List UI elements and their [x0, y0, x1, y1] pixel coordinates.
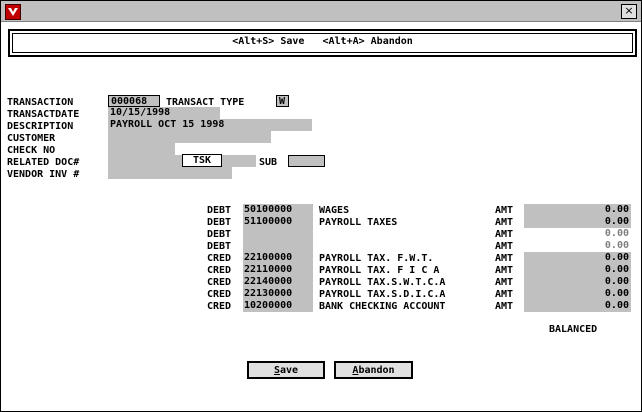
ledger-row-amount[interactable]: 0.00 [524, 264, 631, 276]
ledger-row-description: PAYROLL TAX.S.W.T.C.A [319, 277, 446, 288]
ledger-row-type: CRED [207, 265, 232, 276]
ledger-row-type: CRED [207, 301, 232, 312]
ledger-row-type: CRED [207, 277, 232, 288]
check-no-label: CHECK NO [7, 145, 56, 156]
ledger-row-amt-label: AMT [495, 289, 514, 300]
ledger-row-amt-label: AMT [495, 253, 514, 264]
ledger-row-account[interactable]: 22130000 [243, 288, 313, 300]
ledger-row-description: BANK CHECKING ACCOUNT [319, 301, 446, 312]
title-bar: × [1, 1, 641, 22]
ledger-row-type: DEBT [207, 229, 232, 240]
tsk-label: TSK [182, 154, 222, 167]
save-button[interactable]: Save [247, 361, 325, 379]
ledger-row-amount[interactable]: 0.00 [524, 300, 631, 312]
related-doc-label: RELATED DOC# [7, 157, 80, 168]
ledger-row-amt-label: AMT [495, 241, 514, 252]
vendor-inv-label: VENDOR INV # [7, 169, 80, 180]
ledger-row-account[interactable] [243, 240, 313, 252]
transactdate-field[interactable]: 10/15/1998 [108, 107, 220, 119]
ledger-row-account[interactable]: 51100000 [243, 216, 313, 228]
ledger-row-description: PAYROLL TAX. F.W.T. [319, 253, 434, 264]
ledger-row-amt-label: AMT [495, 265, 514, 276]
ledger-row-amount[interactable]: 0.00 [524, 276, 631, 288]
balance-status: BALANCED [549, 324, 598, 335]
ledger-row-description: WAGES [319, 205, 350, 216]
abandon-button[interactable]: Abandon [334, 361, 413, 379]
ledger-row-type: CRED [207, 289, 232, 300]
ledger-row-type: DEBT [207, 241, 232, 252]
ledger-row-amt-label: AMT [495, 277, 514, 288]
check-no-field[interactable] [108, 143, 175, 155]
description-label: DESCRIPTION [7, 121, 74, 132]
app-window: × <Alt+S> Save <Alt+A> Abandon TRANSACTI… [0, 0, 642, 412]
ledger-row-amount[interactable]: 0.00 [524, 228, 631, 240]
ledger-row-account[interactable]: 50100000 [243, 204, 313, 216]
shortcut-bar: <Alt+S> Save <Alt+A> Abandon [8, 29, 637, 57]
close-icon[interactable]: × [621, 4, 637, 19]
save-button-label: ave [279, 365, 299, 376]
ledger-row-account[interactable] [243, 228, 313, 240]
abandon-button-label: bandon [358, 365, 395, 376]
ledger-row-amount[interactable]: 0.00 [524, 240, 631, 252]
ledger-row-amount[interactable]: 0.00 [524, 288, 631, 300]
tsk-field[interactable] [222, 155, 256, 167]
ledger-row-description: PAYROLL TAXES [319, 217, 398, 228]
ledger-row-amt-label: AMT [495, 205, 514, 216]
transaction-label: TRANSACTION [7, 97, 74, 108]
sub-field[interactable] [288, 155, 325, 167]
ledger-row-amount[interactable]: 0.00 [524, 216, 631, 228]
ledger-row-type: DEBT [207, 205, 232, 216]
ledger-row-account[interactable]: 22110000 [243, 264, 313, 276]
transactdate-label: TRANSACTDATE [7, 109, 80, 120]
sub-label: SUB [259, 157, 278, 168]
transact-type-field[interactable]: W [276, 95, 289, 107]
shortcut-hint: <Alt+S> Save <Alt+A> Abandon [232, 36, 413, 47]
transaction-field[interactable]: 000068 [108, 95, 160, 107]
ledger-row-amt-label: AMT [495, 229, 514, 240]
ledger-row-description: PAYROLL TAX.S.D.I.C.A [319, 289, 446, 300]
ledger-row-account[interactable]: 10200000 [243, 300, 313, 312]
ledger-row-account[interactable]: 22100000 [243, 252, 313, 264]
app-icon[interactable] [5, 4, 21, 20]
ledger-row-account[interactable]: 22140000 [243, 276, 313, 288]
vendor-inv-field[interactable] [108, 167, 232, 179]
ledger-row-amount[interactable]: 0.00 [524, 252, 631, 264]
ledger-row-amt-label: AMT [495, 301, 514, 312]
customer-label: CUSTOMER [7, 133, 56, 144]
description-field[interactable]: PAYROLL OCT 15 1998 [108, 119, 312, 131]
ledger-row-amt-label: AMT [495, 217, 514, 228]
ledger-row-type: CRED [207, 253, 232, 264]
related-doc-field[interactable] [108, 155, 182, 167]
ledger-row-amount[interactable]: 0.00 [524, 204, 631, 216]
ledger-row-description: PAYROLL TAX. F I C A [319, 265, 440, 276]
customer-field[interactable] [108, 131, 271, 143]
ledger-row-type: DEBT [207, 217, 232, 228]
